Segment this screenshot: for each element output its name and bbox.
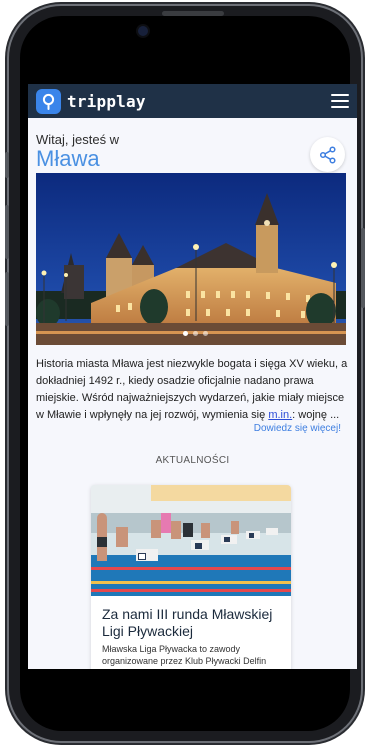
volume-down-button [5,272,9,326]
hero-carousel[interactable] [36,173,346,345]
town-hall-photo [36,173,346,345]
news-card-title[interactable]: Za nami III runda Mławskiej Ligi Pływack… [102,606,288,640]
earpiece-speaker [162,11,224,16]
description-link[interactable]: m.in. [268,409,292,421]
carousel-dot[interactable] [183,331,188,336]
read-more-link[interactable]: Dowiedz się więcej! [254,423,341,434]
location-pin-icon[interactable] [36,88,61,114]
news-section-heading: AKTUALNOŚCI [155,455,230,466]
hamburger-menu-icon[interactable] [331,94,349,108]
power-button [361,228,365,308]
top-navbar: tripplay [28,84,357,118]
carousel-dot[interactable] [193,331,198,336]
brand-name[interactable]: tripplay [67,92,146,111]
news-card-excerpt: Mławska Liga Pływacka to zawody organizo… [102,644,267,669]
share-icon [319,145,336,164]
carousel-indicators[interactable] [183,331,208,336]
carousel-dot[interactable] [203,331,208,336]
description-tail: : wojnę ... [292,409,340,421]
greeting-text: Witaj, jesteś w [36,132,120,147]
front-camera [138,26,148,36]
silent-switch [5,152,9,178]
city-description: Historia miasta Mława jest niezwykle bog… [36,356,350,424]
share-button[interactable] [310,137,345,172]
swimming-pool-photo [91,485,291,596]
city-name: Mława [36,146,100,171]
volume-up-button [5,205,9,259]
news-card[interactable]: Za nami III runda Mławskiej Ligi Pływack… [91,485,291,669]
tripplay-app: tripplay Witaj, jesteś w Mława Historia … [28,84,357,669]
